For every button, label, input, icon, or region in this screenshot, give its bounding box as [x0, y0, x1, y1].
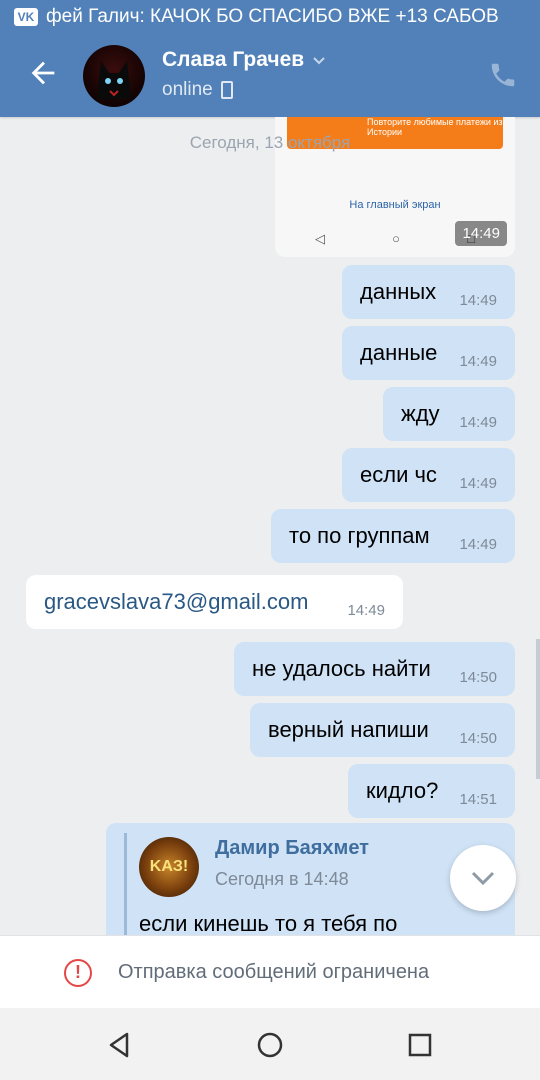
message-time: 14:49	[459, 414, 497, 431]
screenshot-navbar: ◁ ○ □	[315, 231, 475, 247]
message-bubble[interactable]: верный напиши 14:50	[250, 703, 515, 757]
message-list[interactable]: Повторите любимые платежи из Истории На …	[0, 117, 540, 935]
forwarded-author-avatar[interactable]: KAЗ!	[139, 837, 199, 897]
chat-header: Слава Грачев online	[0, 34, 540, 117]
message-bubble[interactable]: если чс 14:49	[342, 448, 515, 502]
system-home-icon[interactable]	[255, 1030, 285, 1060]
message-bubble-incoming[interactable]: gracevslava73@gmail.com 14:49	[26, 575, 403, 629]
status-bar: VK фей Галич: КАЧОК БО СПАСИБО ВЖЕ +13 С…	[0, 0, 540, 34]
message-bubble[interactable]: кидло? 14:51	[348, 764, 515, 818]
restriction-text: Отправка сообщений ограничена	[118, 961, 430, 983]
message-time: 14:50	[459, 730, 497, 747]
message-time: 14:49	[459, 536, 497, 553]
message-text: данные	[360, 340, 438, 365]
scroll-down-button[interactable]	[450, 845, 516, 911]
screenshot-home-icon: ○	[392, 231, 400, 246]
message-text: жду	[401, 401, 440, 426]
message-text: если чс	[360, 462, 437, 487]
avatar[interactable]	[83, 45, 145, 107]
scrollbar[interactable]	[536, 639, 540, 779]
screenshot-link: На главный экран	[349, 199, 441, 211]
screenshot-time: 14:49	[455, 221, 507, 246]
messaging-restricted-bar: ! Отправка сообщений ограничена	[0, 935, 540, 1009]
chevron-down-icon	[471, 871, 495, 886]
message-time: 14:50	[459, 669, 497, 686]
system-navigation-bar	[0, 1008, 540, 1080]
screenshot-attachment[interactable]: Повторите любимые платежи из Истории На …	[275, 117, 515, 257]
phone-icon[interactable]	[488, 60, 518, 90]
message-text: кидло?	[366, 778, 439, 803]
presence-status: online	[162, 79, 233, 101]
forward-bar	[124, 833, 127, 935]
message-bubble[interactable]: не удалось найти 14:50	[234, 642, 515, 696]
message-time: 14:49	[459, 475, 497, 492]
chevron-down-icon[interactable]	[312, 53, 326, 67]
message-bubble[interactable]: данных 14:49	[342, 265, 515, 319]
presence-text: online	[162, 79, 213, 100]
mobile-icon	[220, 81, 233, 99]
system-recents-icon[interactable]	[405, 1030, 435, 1060]
contact-name-text: Слава Грачев	[162, 48, 305, 71]
system-back-icon[interactable]	[105, 1030, 135, 1060]
back-arrow-icon[interactable]	[26, 56, 60, 90]
screenshot-banner: Повторите любимые платежи из Истории	[287, 117, 503, 149]
message-time: 14:49	[459, 353, 497, 370]
message-time: 14:49	[459, 292, 497, 309]
forwarded-author-name[interactable]: Дамир Баяхмет	[215, 837, 369, 860]
top-bar: VK фей Галич: КАЧОК БО СПАСИБО ВЖЕ +13 С…	[0, 0, 540, 117]
message-time: 14:49	[347, 602, 385, 619]
message-time: 14:51	[459, 791, 497, 808]
message-text: верный напиши	[268, 717, 429, 742]
email-link[interactable]: gracevslava73@gmail.com	[44, 589, 308, 614]
message-text: данных	[360, 279, 437, 304]
notification-ticker: фей Галич: КАЧОК БО СПАСИБО ВЖЕ +13 САБО…	[46, 6, 499, 27]
message-bubble[interactable]: данные 14:49	[342, 326, 515, 380]
message-text: не удалось найти	[252, 656, 431, 681]
message-text: то по группам	[289, 523, 430, 548]
screenshot-banner-text: Повторите любимые платежи из Истории	[367, 117, 503, 137]
message-bubble[interactable]: то по группам 14:49	[271, 509, 515, 563]
forwarded-time: Сегодня в 14:48	[215, 869, 349, 889]
forwarded-text: если кинешь то я тебя по	[139, 911, 398, 935]
cat-avatar-icon	[97, 61, 131, 99]
vk-notification-icon: VK	[14, 8, 38, 26]
contact-name[interactable]: Слава Грачев	[162, 48, 326, 72]
warning-icon: !	[64, 958, 92, 987]
message-bubble[interactable]: жду 14:49	[383, 387, 515, 441]
screenshot-back-icon: ◁	[315, 231, 325, 246]
